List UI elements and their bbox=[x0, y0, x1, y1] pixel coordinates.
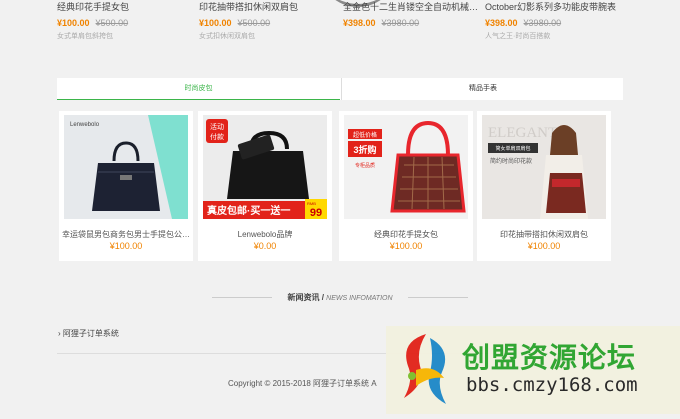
product-name[interactable]: 印花抽带搭扣休闲双肩包 bbox=[477, 229, 611, 240]
watermark-title: 创盟资源论坛 bbox=[462, 342, 637, 373]
tab-fashion-bags[interactable]: 时尚皮包 bbox=[57, 78, 340, 100]
product-price: ¥100.00 bbox=[527, 241, 561, 251]
tab-watches[interactable]: 精品手表 bbox=[341, 78, 624, 100]
news-item-label[interactable]: 阿狸子订单系统 bbox=[63, 329, 119, 338]
watermark-overlay: 创盟资源论坛 bbs.cmzy168.com bbox=[386, 326, 680, 414]
image-price-text: 99 bbox=[310, 207, 322, 219]
product-name[interactable]: Lenwebolo品牌 bbox=[198, 229, 332, 240]
original-price: ¥3980.00 bbox=[381, 18, 420, 28]
product-image[interactable]: Lenwebolo bbox=[64, 115, 188, 219]
product-subtitle: 人气之王·时尚百搭款 bbox=[485, 33, 551, 40]
news-section-title: 新闻资讯 / NEWS INFOMATION bbox=[0, 292, 680, 303]
product-name[interactable]: 印花抽带搭扣休闲双肩包 bbox=[199, 1, 339, 14]
product-image[interactable]: 活动 付款 真皮包邮·买一送一 RMB 99 bbox=[203, 115, 327, 219]
image-badge-text: 活动 bbox=[210, 122, 224, 131]
image-brand-text: Lenwebolo bbox=[70, 122, 100, 128]
top-product-2[interactable]: 印花抽带搭扣休闲双肩包 ¥100.00 ¥500.00 女式扣休闲双肩包 bbox=[199, 0, 339, 42]
image-currency-text: RMB bbox=[307, 201, 316, 206]
news-title-cn: 新闻资讯 bbox=[287, 293, 320, 302]
price: ¥100.00 bbox=[57, 18, 90, 28]
top-product-3[interactable]: 全金色十二生肖镂空全自动机械… ¥398.00 ¥3980.00 bbox=[343, 0, 483, 32]
original-price: ¥500.00 bbox=[95, 18, 129, 28]
watermark-logo bbox=[404, 334, 446, 404]
watermark-url: bbs.cmzy168.com bbox=[466, 374, 638, 396]
image-brand-text: ELEGANT bbox=[488, 125, 557, 141]
price-row: ¥100.00 ¥500.00 bbox=[57, 17, 197, 30]
news-title-en: NEWS INFOMATION bbox=[326, 295, 393, 302]
product-name[interactable]: 幸运袋鼠男包商务包男士手提包公… bbox=[59, 229, 193, 240]
news-title-separator: / bbox=[321, 293, 324, 302]
copyright-text: Copyright © 2015-2018 阿狸子订单系统 A bbox=[228, 379, 377, 388]
product-name[interactable]: October幻影系列多功能皮带腕表 bbox=[485, 1, 625, 14]
product-image[interactable]: 超低价格 3折购 专柜品质 bbox=[344, 115, 468, 219]
product-subtitle: 女式扣休闲双肩包 bbox=[199, 33, 255, 40]
chevron-right-icon: › bbox=[58, 329, 61, 338]
price: ¥398.00 bbox=[343, 18, 376, 28]
top-product-4[interactable]: October幻影系列多功能皮带腕表 ¥398.00 ¥3980.00 人气之王·… bbox=[485, 0, 625, 42]
image-discount-text: 3折购 bbox=[353, 144, 376, 155]
image-quality-text: 专柜品质 bbox=[355, 162, 375, 169]
top-product-1[interactable]: 经典印花手提女包 ¥100.00 ¥500.00 女式单肩包斜挎包 bbox=[57, 0, 197, 42]
product-card[interactable]: 超低价格 3折购 专柜品质 经典印花手提女包 ¥100.00 bbox=[339, 111, 473, 261]
category-tabs: 时尚皮包 精品手表 bbox=[57, 78, 623, 100]
price: ¥398.00 bbox=[485, 18, 518, 28]
product-card[interactable]: ELEGANT 简女单肩双肩包 简约时尚印花款 印花抽带搭扣休闲双肩包 ¥100… bbox=[477, 111, 611, 261]
product-name[interactable]: 全金色十二生肖镂空全自动机械… bbox=[343, 1, 483, 14]
image-badge-text: 付款 bbox=[210, 132, 224, 141]
product-name[interactable]: 经典印花手提女包 bbox=[339, 229, 473, 240]
product-name[interactable]: 经典印花手提女包 bbox=[57, 1, 197, 14]
product-price: ¥100.00 bbox=[109, 241, 143, 251]
price-row: ¥100.00 ¥500.00 bbox=[199, 17, 339, 30]
product-card[interactable]: Lenwebolo 幸运袋鼠男包商务包男士手提包公… ¥100.00 bbox=[59, 111, 193, 261]
image-promo-text: 真皮包邮·买一送一 bbox=[207, 204, 290, 217]
price-row: ¥398.00 ¥3980.00 bbox=[343, 17, 483, 30]
original-price: ¥500.00 bbox=[237, 18, 271, 28]
product-image[interactable]: ELEGANT 简女单肩双肩包 简约时尚印花款 bbox=[482, 115, 606, 219]
product-subtitle: 女式单肩包斜挎包 bbox=[57, 33, 113, 40]
image-promo-text: 超低价格 bbox=[353, 131, 377, 139]
news-list-item[interactable]: › 阿狸子订单系统 bbox=[58, 328, 119, 339]
product-price: ¥0.00 bbox=[253, 241, 277, 251]
price-row: ¥398.00 ¥3980.00 bbox=[485, 17, 625, 30]
product-card[interactable]: 活动 付款 真皮包邮·买一送一 RMB 99 Lenwebolo品牌 ¥0.00 bbox=[198, 111, 332, 261]
image-caption-text: 简女单肩双肩包 bbox=[495, 145, 530, 152]
price: ¥100.00 bbox=[199, 18, 232, 28]
original-price: ¥3980.00 bbox=[523, 18, 562, 28]
product-price: ¥100.00 bbox=[389, 241, 423, 251]
image-caption-text: 简约时尚印花款 bbox=[490, 157, 532, 165]
